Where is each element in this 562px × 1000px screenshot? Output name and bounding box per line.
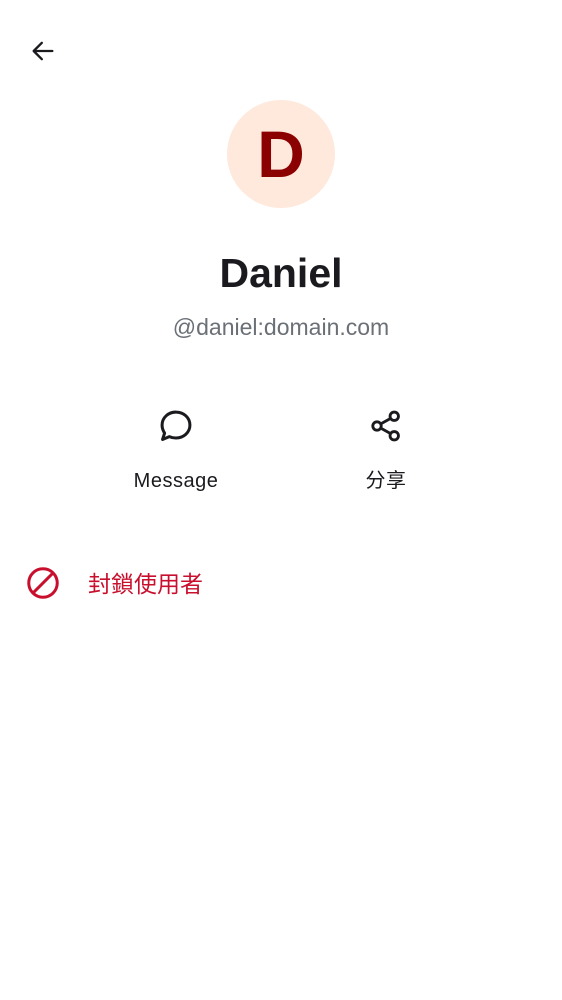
message-button[interactable]: Message xyxy=(101,398,251,508)
arrow-back-icon xyxy=(32,41,54,61)
share-icon xyxy=(366,406,406,446)
avatar: D xyxy=(227,100,335,208)
block-user-button[interactable]: 封鎖使用者 xyxy=(0,552,562,614)
chat-bubble-icon xyxy=(156,406,196,446)
avatar-initial: D xyxy=(257,117,305,191)
block-icon xyxy=(27,567,59,599)
display-name: Daniel xyxy=(219,250,343,296)
user-id: @daniel:domain.com xyxy=(172,314,390,340)
share-button[interactable]: 分享 xyxy=(311,398,461,508)
back-button[interactable] xyxy=(20,28,66,74)
block-user-label: 封鎖使用者 xyxy=(88,571,203,597)
share-label: 分享 xyxy=(365,470,407,492)
message-label: Message xyxy=(133,470,219,492)
